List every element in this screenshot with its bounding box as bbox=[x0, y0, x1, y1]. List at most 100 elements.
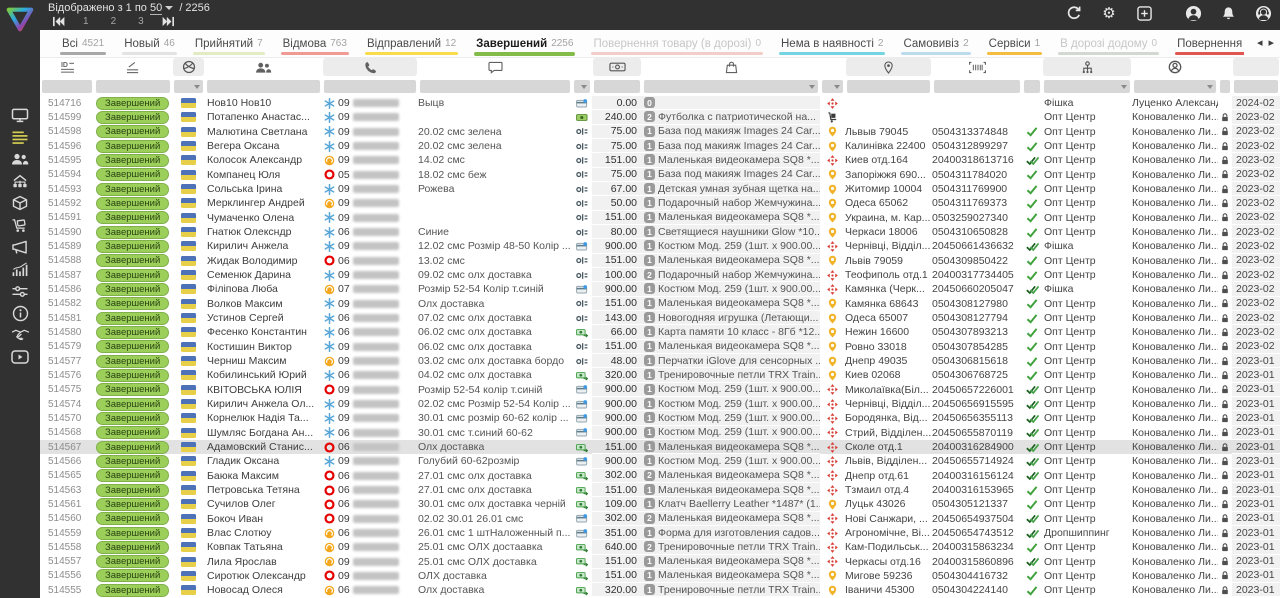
sidebar-item-marketing-megaphone[interactable] bbox=[7, 239, 33, 255]
sidebar-item-products-box[interactable] bbox=[7, 195, 33, 211]
order-row-514563[interactable]: 514563ЗавершенийПетровська Тетяна0627.01… bbox=[40, 483, 1280, 497]
sidebar-item-purchases-cart[interactable] bbox=[7, 217, 33, 233]
order-row-514581[interactable]: 514581ЗавершенийУстинов Сергей0607.02 см… bbox=[40, 311, 1280, 325]
order-row-514567[interactable]: 514567ЗавершенийАдамовский Станис...06Ол… bbox=[40, 440, 1280, 454]
order-row-514555[interactable]: 514555ЗавершенийНовосад Олеся06Олх доста… bbox=[40, 583, 1280, 597]
column-products-filter[interactable] bbox=[644, 80, 818, 93]
tabs-scroll-right-icon[interactable]: ▸ bbox=[1268, 30, 1274, 57]
order-row-514599[interactable]: 514599ЗавершенийПотапенко Анастас...0924… bbox=[40, 110, 1280, 124]
column-date-filter[interactable] bbox=[1234, 80, 1278, 93]
order-row-514576[interactable]: 514576ЗавершенийКобилинський Юрий0604.02… bbox=[40, 368, 1280, 382]
order-row-514587[interactable]: 514587ЗавершенийСеменюк Дарина0909.02 см… bbox=[40, 268, 1280, 282]
order-row-514592[interactable]: 514592ЗавершенийМерклингер Андрей0950.00… bbox=[40, 196, 1280, 210]
column-comment-header[interactable] bbox=[418, 57, 572, 77]
order-row-514594[interactable]: 514594ЗавершенийКомпанец Юля0518.02 смс … bbox=[40, 168, 1280, 182]
column-customer-header[interactable] bbox=[205, 57, 322, 77]
order-row-514716[interactable]: 514716ЗавершенийНов10 Нов1009Выцв0.000Фі… bbox=[40, 96, 1280, 110]
column-tracking-filter[interactable] bbox=[934, 80, 1020, 93]
column-lock-header[interactable] bbox=[1218, 57, 1232, 77]
column-sales-funnel-filter[interactable] bbox=[1044, 80, 1130, 93]
sidebar-item-company-structure[interactable] bbox=[7, 173, 33, 189]
tab-прийнятий[interactable]: Прийнятий7 bbox=[185, 30, 273, 57]
tab-в-дорозі-додому[interactable]: В дорозі додому0 bbox=[1050, 30, 1167, 57]
order-row-514558[interactable]: 514558ЗавершенийКовпак Татьяна0925.01 см… bbox=[40, 540, 1280, 554]
sidebar-item-partners-handshake[interactable] bbox=[7, 327, 33, 343]
page-size-dropdown[interactable]: 50 bbox=[150, 2, 162, 15]
column-status-header[interactable] bbox=[94, 57, 172, 77]
app-logo-icon[interactable] bbox=[4, 3, 36, 35]
order-row-514579[interactable]: 514579ЗавершенийКостишин Виктор0906.02 с… bbox=[40, 340, 1280, 354]
page-number-1[interactable]: 1 bbox=[79, 16, 93, 27]
sidebar-item-info[interactable] bbox=[7, 305, 33, 321]
tabs-scroll-left-icon[interactable]: ◂ bbox=[1257, 30, 1263, 57]
column-delivered-header[interactable] bbox=[1022, 57, 1042, 77]
column-payment-filter[interactable] bbox=[574, 80, 590, 93]
column-country-header[interactable] bbox=[173, 58, 204, 76]
column-comment-filter[interactable] bbox=[420, 80, 570, 93]
column-tracking-header[interactable] bbox=[932, 57, 1022, 77]
column-location-filter[interactable] bbox=[847, 80, 930, 93]
order-row-514589[interactable]: 514589ЗавершенийКирилич Анжела0912.02 см… bbox=[40, 239, 1280, 253]
tab-нема-в-наявності[interactable]: Нема в наявності2 bbox=[771, 30, 893, 57]
column-manager-header[interactable] bbox=[1132, 57, 1218, 77]
order-row-514561[interactable]: 514561ЗавершенийСучилов Олег0630.01 смс … bbox=[40, 497, 1280, 511]
column-phone-filter[interactable] bbox=[324, 80, 416, 93]
first-page-button[interactable] bbox=[52, 16, 65, 27]
tab-новый[interactable]: Новый46 bbox=[114, 30, 185, 57]
order-row-514575[interactable]: 514575ЗавершенийКВІТОВСЬКА ЮЛІЯ09Розмір … bbox=[40, 383, 1280, 397]
order-row-514559[interactable]: 514559ЗавершенийВлас Слотюу0626.01 смс 1… bbox=[40, 526, 1280, 540]
order-row-514590[interactable]: 514590ЗавершенийГнатюк Олексндр06Синие80… bbox=[40, 225, 1280, 239]
order-row-514582[interactable]: 514582ЗавершенийВолков Максим09Олх доста… bbox=[40, 297, 1280, 311]
column-delivery-header[interactable] bbox=[820, 57, 845, 77]
page-number-3[interactable]: 3 bbox=[134, 16, 148, 27]
user-avatar-icon[interactable] bbox=[1184, 4, 1202, 22]
tab-самовивіз[interactable]: Самовивіз2 bbox=[893, 30, 978, 57]
sidebar-item-dashboard-monitor[interactable] bbox=[7, 107, 33, 123]
column-delivered-filter[interactable] bbox=[1024, 80, 1040, 93]
column-date-header[interactable] bbox=[1233, 58, 1279, 76]
column-id-header[interactable]: ID bbox=[40, 57, 94, 77]
sidebar-item-customers[interactable] bbox=[7, 151, 33, 167]
add-order-icon[interactable] bbox=[1135, 4, 1153, 22]
column-customer-filter[interactable] bbox=[207, 80, 320, 93]
column-amount-header[interactable] bbox=[593, 58, 641, 76]
order-row-514570[interactable]: 514570ЗавершенийКорнелюк Надія Та...0930… bbox=[40, 411, 1280, 425]
column-manager-filter[interactable] bbox=[1134, 80, 1216, 93]
order-row-514568[interactable]: 514568ЗавершенийШумляс Богдана Ан...0630… bbox=[40, 426, 1280, 440]
sidebar-item-settings-sliders[interactable] bbox=[7, 283, 33, 299]
order-row-514556[interactable]: 514556ЗавершенийСиротюк Олександр09ОЛХ д… bbox=[40, 569, 1280, 583]
sidebar-item-statistics-chart[interactable] bbox=[7, 261, 33, 277]
order-row-514596[interactable]: 514596ЗавершенийВегера Оксана0920.02 смс… bbox=[40, 139, 1280, 153]
sidebar-item-video-tutorials[interactable] bbox=[7, 349, 33, 365]
column-phone-header[interactable] bbox=[323, 58, 417, 76]
order-row-514580[interactable]: 514580ЗавершенийФесенко Константин0606.0… bbox=[40, 325, 1280, 339]
page-number-2[interactable]: 2 bbox=[107, 16, 121, 27]
support-headset-icon[interactable] bbox=[1254, 4, 1272, 22]
order-row-514593[interactable]: 514593ЗавершенийСольська Ірина09Рожева67… bbox=[40, 182, 1280, 196]
order-row-514598[interactable]: 514598ЗавершенийМалютина Светлана0920.02… bbox=[40, 125, 1280, 139]
refresh-icon[interactable] bbox=[1065, 4, 1083, 22]
notifications-bell-icon[interactable] bbox=[1219, 4, 1237, 22]
order-row-514565[interactable]: 514565ЗавершенийБаюка Максим0627.01 смс … bbox=[40, 469, 1280, 483]
order-row-514588[interactable]: 514588ЗавершенийЖидак Володимир0613.02 с… bbox=[40, 254, 1280, 268]
settings-gear-icon[interactable]: ⚙ bbox=[1100, 4, 1118, 22]
tab-відправлений[interactable]: Відправлений12 bbox=[357, 30, 466, 57]
column-id-filter[interactable] bbox=[42, 80, 92, 93]
last-page-button[interactable] bbox=[162, 16, 175, 27]
column-country-filter[interactable] bbox=[174, 80, 203, 93]
column-payment-header[interactable] bbox=[572, 57, 592, 77]
order-row-514595[interactable]: 514595ЗавершенийКолосок Александр0914.02… bbox=[40, 153, 1280, 167]
column-amount-filter[interactable] bbox=[594, 80, 640, 93]
column-status-filter[interactable] bbox=[96, 80, 170, 93]
order-row-514566[interactable]: 514566ЗавершенийГладик Оксана09Голубий 6… bbox=[40, 454, 1280, 468]
sidebar-item-orders-list[interactable] bbox=[7, 129, 33, 145]
column-location-header[interactable] bbox=[846, 58, 931, 76]
order-row-514560[interactable]: 514560ЗавершенийБокоч Иван0902.02 30.01 … bbox=[40, 512, 1280, 526]
column-products-header[interactable] bbox=[642, 57, 820, 77]
tab-повернення-товару-в-дорозі-[interactable]: Повернення товару (в дорозі)0 bbox=[583, 30, 771, 57]
tab-відмова[interactable]: Відмова763 bbox=[273, 30, 357, 57]
column-delivery-filter[interactable] bbox=[822, 80, 843, 93]
order-row-514586[interactable]: 514586ЗавершенийФіліпова Люба07Розмір 52… bbox=[40, 282, 1280, 296]
tab-всі[interactable]: Всі4521 bbox=[52, 30, 114, 57]
column-lock-filter[interactable] bbox=[1220, 80, 1230, 93]
